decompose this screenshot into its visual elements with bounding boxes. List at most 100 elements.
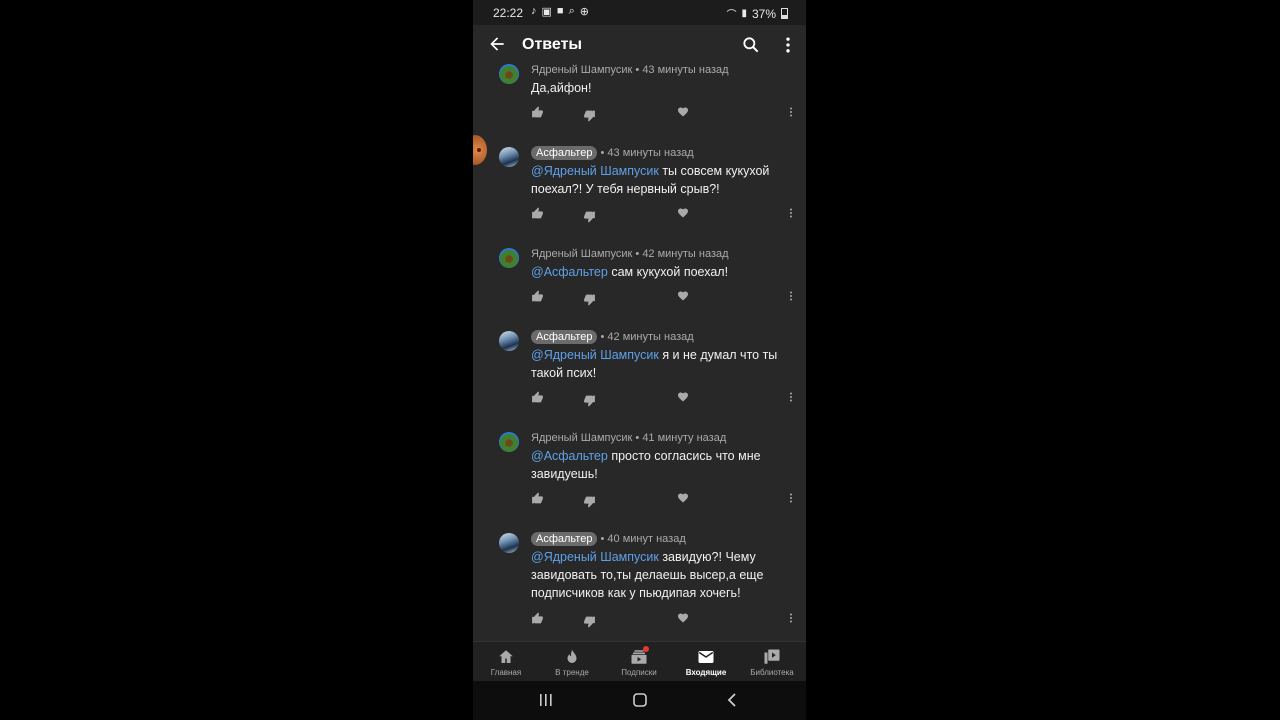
more-vert-icon[interactable] [785, 612, 797, 624]
more-vert-icon[interactable] [785, 492, 797, 504]
nav-inbox[interactable]: Входящие [673, 642, 739, 682]
comment-author[interactable]: Ядреный Шампусик [531, 248, 632, 260]
dislike-icon[interactable] [583, 495, 596, 508]
comment-body: Да,айфон! [531, 81, 592, 95]
comment-time: 42 минуты назад [607, 331, 694, 343]
asfalter-avatar[interactable] [499, 147, 519, 167]
heart-icon[interactable] [677, 106, 689, 118]
flame-icon [567, 649, 577, 663]
separator-dot: • [597, 533, 608, 545]
like-icon[interactable] [531, 492, 544, 505]
bottom-navigation: Главная В тренде Подписки Входящие Библи… [473, 641, 806, 682]
like-icon[interactable] [531, 106, 544, 119]
like-icon[interactable] [531, 207, 544, 220]
comment-author[interactable]: Асфальтер [531, 146, 598, 160]
comment-time: 43 минуты назад [642, 64, 729, 76]
more-vert-icon[interactable] [785, 106, 797, 118]
battery-text: 37% [751, 6, 776, 21]
home-icon [499, 650, 513, 663]
dislike-icon[interactable] [583, 210, 596, 223]
notification-icons: ♪ ▣ ■ ⌕ ⊕ [531, 5, 589, 18]
more-vert-icon[interactable] [785, 207, 797, 219]
asfalter-avatar[interactable] [499, 331, 519, 351]
nav-trending-label: В тренде [555, 668, 589, 677]
heart-icon[interactable] [677, 290, 689, 302]
video-icon: ■ [556, 5, 564, 17]
music-icon: ♪ [531, 5, 537, 17]
separator-dot: • [632, 64, 643, 76]
comment-text: @Ядреный Шампусик я и не думал что ты та… [531, 346, 781, 382]
battery-icon [781, 8, 788, 19]
signal-icon: ▮ [741, 8, 747, 19]
back-arrow-icon[interactable] [487, 34, 507, 54]
nav-home[interactable]: Главная [473, 642, 539, 682]
mention-link[interactable]: @Ядреный Шампусик [531, 348, 659, 362]
mail-icon [698, 651, 714, 663]
comment-author[interactable]: Асфальтер [531, 532, 598, 546]
app-bar: Ответы [473, 25, 806, 65]
mention-link[interactable]: @Асфальтер [531, 449, 608, 463]
comment-actions [531, 290, 796, 306]
like-icon[interactable] [531, 290, 544, 303]
comment-time: 40 минут назад [607, 533, 686, 545]
home-button-icon[interactable] [632, 692, 648, 708]
nav-trending[interactable]: В тренде [539, 642, 605, 682]
comment-time: 41 минуту назад [642, 432, 727, 444]
mention-link[interactable]: @Асфальтер [531, 265, 608, 279]
comment-meta: Ядреный Шампусик • 42 минуты назад [531, 248, 729, 260]
dislike-icon[interactable] [583, 109, 596, 122]
nav-library[interactable]: Библиотека [739, 642, 805, 682]
nav-subscriptions[interactable]: Подписки [606, 642, 672, 682]
heart-icon[interactable] [677, 207, 689, 219]
app-icon: ▣ [541, 6, 552, 18]
comment-text: @Ядреный Шампусик завидую?! Чему завидов… [531, 548, 781, 602]
separator-dot: • [632, 432, 643, 444]
recent-apps-icon[interactable] [539, 692, 553, 708]
comment-actions [531, 612, 796, 628]
heart-icon[interactable] [677, 391, 689, 403]
asfalter-avatar[interactable] [499, 533, 519, 553]
dislike-icon[interactable] [583, 293, 596, 306]
yadreny-avatar[interactable] [499, 432, 519, 452]
mention-link[interactable]: @Ядреный Шампусик [531, 164, 659, 178]
more-vert-icon[interactable] [778, 35, 798, 55]
gamepad-icon: ⊕ [579, 6, 589, 18]
comment-text: Да,айфон! [531, 79, 781, 97]
comment-text: @Ядреный Шампусик ты совсем кукухой поех… [531, 162, 781, 198]
nav-subscriptions-label: Подписки [621, 668, 657, 677]
more-vert-icon[interactable] [785, 391, 797, 403]
more-vert-icon[interactable] [785, 290, 797, 302]
comment-author[interactable]: Ядреный Шампусик [531, 64, 632, 76]
comment-actions [531, 207, 796, 223]
nav-inbox-label: Входящие [685, 668, 727, 677]
comment-author[interactable]: Ядреный Шампусик [531, 432, 632, 444]
comment-meta: Асфальтер • 42 минуты назад [531, 330, 694, 344]
dislike-icon[interactable] [583, 394, 596, 407]
separator-dot: • [597, 331, 608, 343]
phone-screen: 22:22 ♪ ▣ ■ ⌕ ⊕ ⌒ ▮ 37% Ответы Ядреный Ш… [473, 0, 806, 720]
yadreny-avatar[interactable] [499, 64, 519, 84]
comment-time: 43 минуты назад [607, 147, 694, 159]
comment-text: @Асфальтер сам кукухой поехал! [531, 263, 781, 281]
comment-time: 42 минуты назад [642, 248, 729, 260]
nav-library-label: Библиотека [750, 668, 794, 677]
mention-link[interactable]: @Ядреный Шампусик [531, 550, 659, 564]
status-bar: 22:22 ♪ ▣ ■ ⌕ ⊕ ⌒ ▮ 37% [473, 0, 806, 25]
dislike-icon[interactable] [583, 615, 596, 628]
page-title: Ответы [522, 36, 583, 53]
comment-actions [531, 391, 796, 407]
comment-actions [531, 106, 796, 122]
comment-meta: Асфальтер • 43 минуты назад [531, 146, 694, 160]
search-status-icon: ⌕ [568, 5, 575, 17]
yadreny-avatar[interactable] [499, 248, 519, 268]
heart-icon[interactable] [677, 492, 689, 504]
separator-dot: • [597, 147, 608, 159]
like-icon[interactable] [531, 391, 544, 404]
heart-icon[interactable] [677, 612, 689, 624]
search-icon[interactable] [741, 35, 761, 55]
like-icon[interactable] [531, 612, 544, 625]
comment-meta: Асфальтер • 40 минут назад [531, 532, 686, 546]
comment-actions [531, 492, 796, 508]
comment-author[interactable]: Асфальтер [531, 330, 598, 344]
back-button-icon[interactable] [725, 692, 739, 708]
